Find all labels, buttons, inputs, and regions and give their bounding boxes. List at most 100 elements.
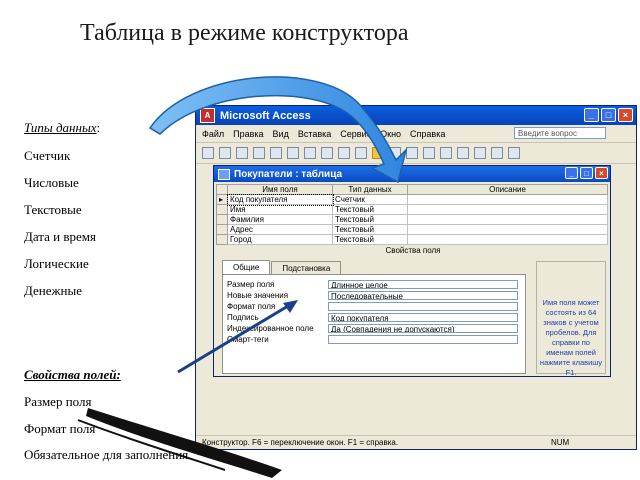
- redo-icon[interactable]: [355, 147, 367, 159]
- cut-icon[interactable]: [287, 147, 299, 159]
- table-icon: [218, 168, 230, 180]
- status-bar: Конструктор. F6 = переключение окон. F1 …: [196, 435, 636, 449]
- access-title-bar[interactable]: A Microsoft Access _ □ ×: [196, 106, 636, 125]
- data-type-cell[interactable]: Текстовый: [332, 204, 408, 215]
- table-row[interactable]: Имя Текстовый: [216, 204, 608, 215]
- field-name-cell[interactable]: Адрес: [227, 224, 333, 235]
- primary-key-icon[interactable]: ▸: [216, 194, 228, 205]
- build-icon[interactable]: [457, 147, 469, 159]
- field-name-cell[interactable]: Фамилия: [227, 214, 333, 225]
- menu-edit[interactable]: Правка: [233, 129, 263, 139]
- paste-icon[interactable]: [321, 147, 333, 159]
- prop-value-field[interactable]: Длинное целое: [328, 280, 518, 289]
- data-type-cell[interactable]: Текстовый: [332, 214, 408, 225]
- prop-value-field[interactable]: Да (Совпадения не допускаются): [328, 324, 518, 333]
- data-types-header: Типы данных:: [24, 120, 101, 135]
- prop-label: Индексированное поле: [227, 324, 314, 333]
- field-props-header: Свойства полей:: [24, 367, 121, 382]
- table-window-title-bar[interactable]: Покупатели : таблица _ □ ×: [214, 166, 610, 182]
- app-title: Microsoft Access: [220, 109, 311, 122]
- view-icon[interactable]: [202, 147, 214, 159]
- data-type-item: Дата и время: [24, 229, 96, 244]
- row-selector[interactable]: [216, 224, 228, 235]
- column-header: Описание: [407, 184, 608, 195]
- data-type-cell[interactable]: Счетчик: [332, 194, 408, 205]
- table-design-window: Покупатели : таблица _ □ × Имя поля Тип …: [213, 165, 611, 377]
- description-cell[interactable]: [407, 234, 608, 245]
- field-name-cell[interactable]: Город: [227, 234, 333, 245]
- field-prop-item: Формат поля: [24, 421, 96, 436]
- prop-value-field[interactable]: [328, 335, 518, 344]
- row-selector[interactable]: [216, 214, 228, 225]
- table-row[interactable]: Город Текстовый: [216, 234, 608, 245]
- table-minimize-button[interactable]: _: [565, 167, 578, 179]
- status-text: Конструктор. F6 = переключение окон. F1 …: [202, 438, 399, 447]
- data-type-item: Счетчик: [24, 148, 71, 163]
- table-close-button[interactable]: ×: [595, 167, 608, 179]
- prop-label: Формат поля: [227, 302, 276, 311]
- menu-view[interactable]: Вид: [273, 129, 289, 139]
- insert-rows-icon[interactable]: [406, 147, 418, 159]
- table-maximize-button[interactable]: □: [580, 167, 593, 179]
- description-cell[interactable]: [407, 194, 608, 205]
- field-name-cell[interactable]: Имя: [227, 204, 333, 215]
- table-row[interactable]: ▸ Код покупателя Счетчик: [216, 193, 608, 206]
- prop-value-field[interactable]: Последовательные: [328, 291, 518, 300]
- database-window-icon[interactable]: [474, 147, 486, 159]
- new-object-icon[interactable]: [491, 147, 503, 159]
- table-row[interactable]: Адрес Текстовый: [216, 224, 608, 235]
- field-name-cell[interactable]: Код покупателя: [226, 193, 334, 206]
- description-cell[interactable]: [407, 214, 608, 225]
- prop-label: Размер поля: [227, 280, 275, 289]
- slide-title: Таблица в режиме конструктора: [80, 20, 409, 46]
- data-type-item: Текстовые: [24, 202, 82, 217]
- description-cell[interactable]: [407, 224, 608, 235]
- save-icon[interactable]: [219, 147, 231, 159]
- row-selector[interactable]: [216, 204, 228, 215]
- row-selector[interactable]: [216, 234, 228, 245]
- delete-rows-icon[interactable]: [423, 147, 435, 159]
- menu-tools[interactable]: Сервис: [340, 129, 371, 139]
- field-grid: Имя поля Тип данных Описание ▸ Код покуп…: [216, 184, 608, 245]
- help-hint-panel: Имя поля может состоять из 64 знаков с у…: [536, 261, 606, 376]
- prop-label: Смарт-теги: [227, 335, 269, 344]
- row-selector-header: [216, 184, 228, 195]
- help-icon[interactable]: [508, 147, 520, 159]
- general-properties-panel: Размер поля Длинное целое Новые значения…: [222, 274, 526, 374]
- table-window-title: Покупатели : таблица: [234, 168, 343, 180]
- indexes-icon[interactable]: [389, 147, 401, 159]
- spell-icon[interactable]: [270, 147, 282, 159]
- field-properties-label: Свойства поля: [385, 246, 441, 255]
- help-search-input[interactable]: Введите вопрос: [514, 127, 606, 139]
- menu-help[interactable]: Справка: [410, 129, 445, 139]
- data-type-item: Денежные: [24, 283, 82, 298]
- prop-label: Новые значения: [227, 291, 289, 300]
- data-type-cell[interactable]: Текстовый: [332, 224, 408, 235]
- properties-icon[interactable]: [440, 147, 452, 159]
- menu-window[interactable]: Окно: [380, 129, 401, 139]
- description-cell[interactable]: [407, 204, 608, 215]
- access-logo-icon: A: [200, 108, 215, 123]
- table-row[interactable]: Фамилия Текстовый: [216, 214, 608, 225]
- num-lock-indicator: NUM: [551, 438, 570, 447]
- close-button[interactable]: ×: [618, 108, 633, 122]
- minimize-button[interactable]: _: [584, 108, 599, 122]
- data-type-cell[interactable]: Текстовый: [332, 234, 408, 245]
- data-type-item: Числовые: [24, 175, 79, 190]
- preview-icon[interactable]: [253, 147, 265, 159]
- menu-insert[interactable]: Вставка: [298, 129, 331, 139]
- tab-general[interactable]: Общие: [222, 260, 271, 275]
- menu-file[interactable]: Файл: [202, 129, 224, 139]
- print-icon[interactable]: [236, 147, 248, 159]
- primary-key-icon[interactable]: [372, 147, 384, 159]
- field-prop-item: Размер поля: [24, 394, 92, 409]
- undo-icon[interactable]: [338, 147, 350, 159]
- column-header: Имя поля: [227, 184, 333, 195]
- toolbar: [196, 143, 636, 164]
- prop-value-field[interactable]: Код покупателя: [328, 313, 518, 322]
- maximize-button[interactable]: □: [601, 108, 616, 122]
- prop-value-field[interactable]: [328, 302, 518, 311]
- data-type-item: Логические: [24, 256, 89, 271]
- prop-label: Подпись: [227, 313, 259, 322]
- copy-icon[interactable]: [304, 147, 316, 159]
